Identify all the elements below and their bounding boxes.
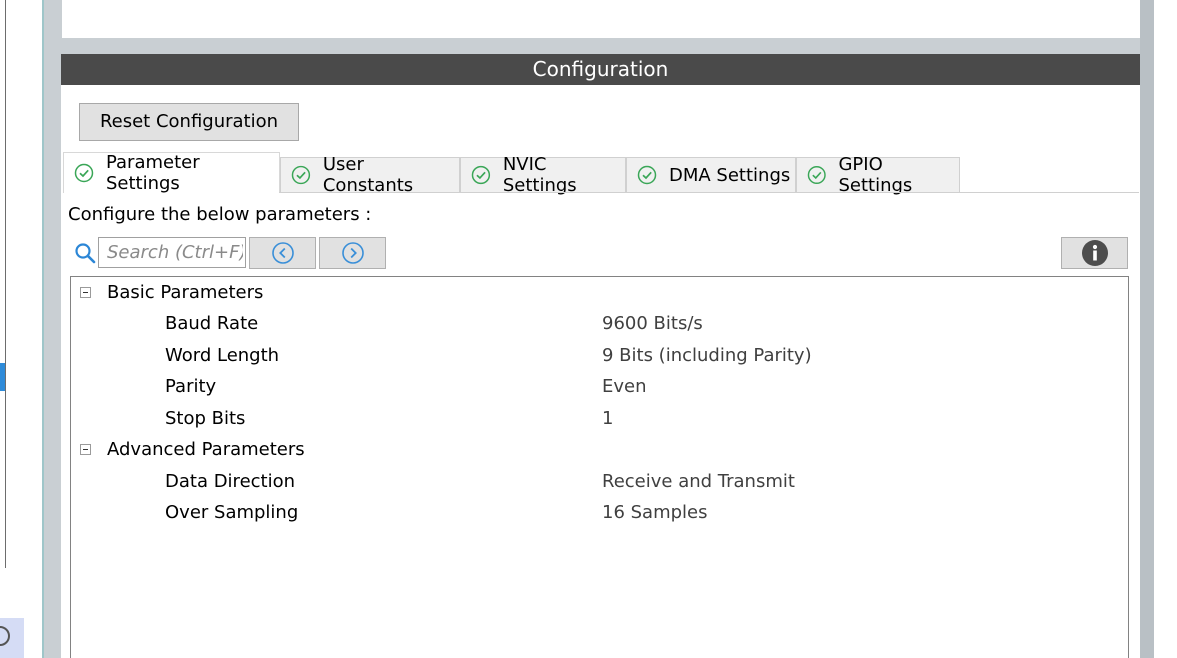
configuration-title: Configuration <box>532 57 669 81</box>
chevron-left-circle-icon <box>271 242 294 264</box>
reset-configuration-button[interactable]: Reset Configuration <box>79 103 299 141</box>
check-circle-icon <box>291 165 311 185</box>
tab-dma-settings[interactable]: DMA Settings <box>626 157 796 192</box>
param-value[interactable]: 9600 Bits/s <box>602 309 703 339</box>
left-pane-border <box>0 0 6 568</box>
param-name: Word Length <box>165 345 280 366</box>
right-scrollbar[interactable] <box>1140 0 1154 658</box>
check-circle-icon <box>637 165 657 185</box>
param-name: Data Direction <box>165 471 296 492</box>
group-label: Advanced Parameters <box>107 439 305 460</box>
param-value[interactable]: Even <box>602 372 647 402</box>
tree-param-row[interactable]: Stop Bits 1 <box>71 404 1128 434</box>
top-panel <box>62 0 1140 38</box>
param-value[interactable]: 9 Bits (including Parity) <box>602 341 812 371</box>
tab-gpio-settings[interactable]: GPIO Settings <box>796 154 960 196</box>
tab-parameter-settings[interactable]: Parameter Settings <box>63 152 280 194</box>
search-input[interactable] <box>98 237 246 268</box>
tab-strip-border <box>279 192 1139 193</box>
check-circle-icon <box>74 163 94 183</box>
parameter-tree: Basic Parameters Baud Rate 9600 Bits/s W… <box>70 276 1129 658</box>
circle-icon <box>0 626 10 646</box>
configuration-header: Configuration <box>61 54 1140 85</box>
info-icon <box>1081 240 1108 266</box>
tree-param-row[interactable]: Parity Even <box>71 372 1128 402</box>
tree-param-row[interactable]: Data Direction Receive and Transmit <box>71 467 1128 497</box>
param-name: Stop Bits <box>165 408 246 429</box>
tree-param-row[interactable]: Baud Rate 9600 Bits/s <box>71 309 1128 339</box>
group-label: Basic Parameters <box>107 282 264 303</box>
right-margin <box>1154 0 1177 658</box>
search-next-button[interactable] <box>319 237 386 269</box>
search-previous-button[interactable] <box>249 237 316 269</box>
left-pane <box>0 0 42 658</box>
tab-label: GPIO Settings <box>838 154 913 196</box>
chevron-right-circle-icon <box>341 242 364 264</box>
param-value[interactable]: Receive and Transmit <box>602 467 795 497</box>
search-icon <box>75 243 96 264</box>
collapse-minus-icon[interactable] <box>80 287 91 298</box>
tab-label: Parameter Settings <box>105 152 200 194</box>
tree-group-row[interactable]: Basic Parameters <box>71 278 1128 308</box>
tab-label: DMA Settings <box>669 164 791 186</box>
info-button[interactable] <box>1061 237 1128 269</box>
left-pane-selection-marker <box>0 363 5 391</box>
tab-label: User Constants <box>322 154 414 196</box>
tree-param-row[interactable]: Over Sampling 16 Samples <box>71 498 1128 528</box>
tree-group-row[interactable]: Advanced Parameters <box>71 435 1128 465</box>
param-value[interactable]: 1 <box>602 404 613 434</box>
param-value[interactable]: 16 Samples <box>602 498 708 528</box>
tab-nvic-settings[interactable]: NVIC Settings <box>460 154 626 196</box>
param-name: Over Sampling <box>165 502 299 523</box>
configure-label: Configure the below parameters : <box>68 204 372 225</box>
param-name: Baud Rate <box>165 313 259 334</box>
tab-user-constants[interactable]: User Constants <box>280 154 460 196</box>
check-circle-icon <box>807 165 826 185</box>
tab-label: NVIC Settings <box>502 154 577 196</box>
check-circle-icon <box>471 165 491 185</box>
left-pane-chip[interactable] <box>0 618 24 658</box>
param-name: Parity <box>165 376 217 397</box>
tree-param-row[interactable]: Word Length 9 Bits (including Parity) <box>71 341 1128 371</box>
collapse-minus-icon[interactable] <box>80 444 91 455</box>
